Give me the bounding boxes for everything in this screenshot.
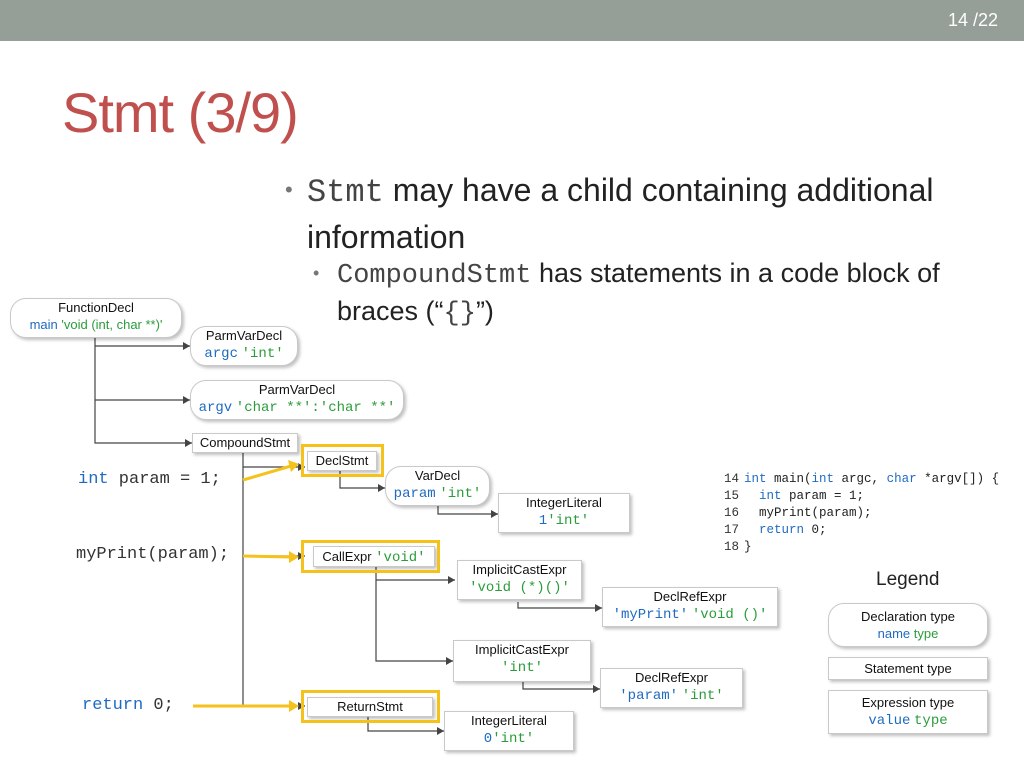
highlight-return-stmt: [301, 690, 440, 723]
node-kind: DeclRefExpr: [635, 670, 708, 685]
node-type: 'int': [500, 660, 543, 676]
node-compound-stmt: CompoundStmt: [192, 433, 298, 453]
node-name: 1: [538, 513, 548, 529]
node-kind: ImplicitCastExpr: [472, 562, 567, 577]
node-var-decl: VarDecl param 'int': [385, 466, 490, 506]
line-number: 17: [724, 523, 740, 537]
node-type: 'int': [492, 731, 535, 747]
node-kind: IntegerLiteral: [526, 495, 602, 510]
node-kind: DeclRefExpr: [653, 589, 727, 604]
node-type: 'int': [439, 486, 482, 502]
legend-expression: Expression type value type: [828, 690, 988, 734]
line-number: 14: [724, 472, 740, 486]
highlight-decl-stmt: [301, 444, 384, 477]
legend-declaration: Declaration type name type: [828, 603, 988, 647]
node-kind: IntegerLiteral: [471, 713, 547, 728]
code-line: 14 int main(int argc, char *argv[]) {: [724, 471, 999, 488]
node-decl-ref-expr-param: DeclRefExpr 'param' 'int': [600, 668, 743, 708]
node-integer-literal-1: IntegerLiteral 1'int': [498, 493, 630, 533]
code-text: myPrint(param);: [744, 506, 872, 520]
source-text: 0;: [143, 696, 174, 715]
node-name: 'myPrint': [612, 607, 689, 623]
code-listing: 14 int main(int argc, char *argv[]) { 15 …: [724, 471, 999, 556]
node-name: argc: [204, 346, 238, 362]
source-text: param = 1;: [108, 470, 221, 489]
code-line: 15 int param = 1;: [724, 488, 999, 505]
node-type: 'int': [241, 346, 284, 362]
node-implicit-cast-expr-1: ImplicitCastExpr 'void (*)()': [457, 560, 582, 600]
source-label-return: return 0;: [82, 696, 174, 715]
keyword: return: [82, 696, 144, 715]
code-text: }: [744, 540, 752, 554]
node-type: 'int': [547, 513, 590, 529]
code-line: 16 myPrint(param);: [724, 505, 999, 522]
node-name: 'param': [619, 688, 679, 704]
node-type: 'void (int, char **)': [61, 317, 163, 332]
node-name: 0: [483, 731, 493, 747]
node-name: param: [393, 486, 436, 502]
legend-label: Expression type: [861, 695, 955, 710]
legend-type: type: [913, 626, 939, 641]
code-text: int main(int argc, char *argv[]) {: [744, 472, 1000, 486]
source-label-int-param: int param = 1;: [78, 470, 221, 489]
node-kind: ParmVarDecl: [205, 328, 283, 343]
code-line: 17 return 0;: [724, 522, 999, 539]
keyword: int: [78, 470, 109, 489]
node-type: 'int': [681, 688, 724, 704]
node-type: 'void (*)()': [469, 580, 570, 596]
node-type: 'void ()': [691, 607, 768, 623]
node-decl-ref-expr-myprint: DeclRefExpr 'myPrint' 'void ()': [602, 587, 778, 627]
node-name: main: [29, 317, 58, 332]
node-integer-literal-0: IntegerLiteral 0'int': [444, 711, 574, 751]
node-parm-var-decl-argv: ParmVarDecl argv 'char **':'char **': [190, 380, 404, 420]
node-kind: FunctionDecl: [58, 300, 134, 315]
source-label-myprint: myPrint(param);: [76, 545, 230, 564]
node-parm-var-decl-argc: ParmVarDecl argc 'int': [190, 326, 298, 366]
highlight-call-expr: [301, 540, 440, 573]
legend-statement: Statement type: [828, 657, 988, 680]
legend-title: Legend: [876, 569, 940, 590]
node-type: 'char **':'char **': [235, 400, 396, 416]
node-kind: ParmVarDecl: [258, 382, 336, 397]
code-text: int param = 1;: [759, 489, 865, 503]
legend-label: Declaration type: [861, 609, 955, 624]
legend-label: Statement type: [864, 661, 952, 676]
code-text: return 0;: [759, 523, 827, 537]
line-number: 16: [724, 506, 740, 520]
line-number: 15: [724, 489, 740, 503]
legend-name: value: [868, 713, 911, 729]
legend-name: name: [877, 626, 911, 641]
node-name: argv: [198, 400, 233, 416]
node-implicit-cast-expr-2: ImplicitCastExpr 'int': [453, 640, 591, 682]
line-number: 18: [724, 540, 740, 554]
code-line: 18}: [724, 539, 999, 556]
legend-type: type: [914, 713, 948, 729]
node-kind: CompoundStmt: [199, 435, 291, 450]
node-kind: ImplicitCastExpr: [475, 642, 569, 657]
node-kind: VarDecl: [414, 468, 461, 483]
node-function-decl: FunctionDecl main 'void (int, char **)': [10, 298, 182, 338]
